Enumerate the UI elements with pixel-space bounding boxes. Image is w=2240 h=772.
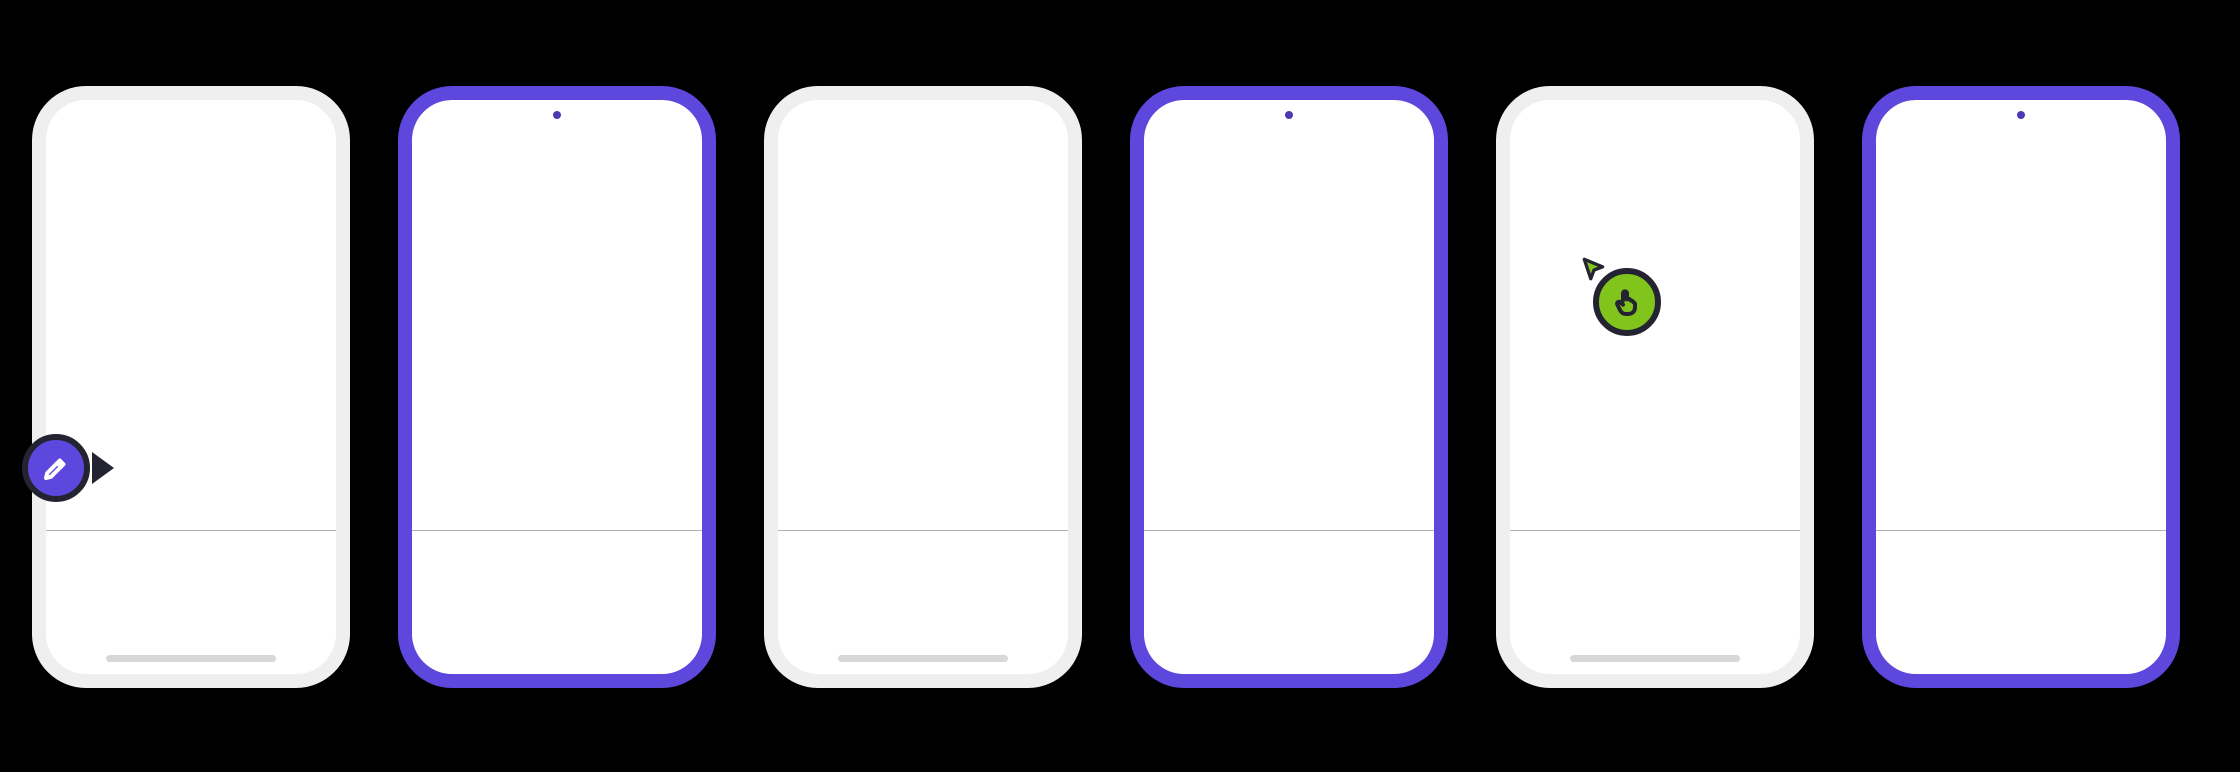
phone-mockup-6	[1862, 86, 2180, 688]
camera-dot	[1285, 111, 1293, 119]
phone-mockup-4	[1130, 86, 1448, 688]
phone-screen	[778, 100, 1068, 674]
camera-dot	[2017, 111, 2025, 119]
phone-screen	[1510, 100, 1800, 674]
hand-pointer-icon	[1611, 286, 1643, 318]
screen-divider	[46, 530, 336, 531]
camera-dot	[553, 111, 561, 119]
phone-mockup-row	[32, 86, 2180, 688]
screen-divider	[778, 530, 1068, 531]
phone-screen	[412, 100, 702, 674]
phone-screen	[46, 100, 336, 674]
screen-divider	[1144, 530, 1434, 531]
phone-mockup-5	[1496, 86, 1814, 688]
home-indicator	[838, 655, 1008, 662]
phone-screen	[1144, 100, 1434, 674]
home-indicator	[1570, 655, 1740, 662]
edit-cursor-badge[interactable]	[22, 434, 90, 502]
screen-divider	[1876, 530, 2166, 531]
click-cursor-badge[interactable]	[1593, 268, 1661, 336]
cursor-right-icon	[92, 452, 114, 484]
cursor-up-left-icon	[1581, 256, 1607, 282]
screen-divider	[1510, 530, 1800, 531]
pencil-icon	[41, 453, 71, 483]
phone-mockup-2	[398, 86, 716, 688]
phone-mockup-3	[764, 86, 1082, 688]
phone-mockup-1	[32, 86, 350, 688]
phone-screen	[1876, 100, 2166, 674]
home-indicator	[106, 655, 276, 662]
screen-divider	[412, 530, 702, 531]
